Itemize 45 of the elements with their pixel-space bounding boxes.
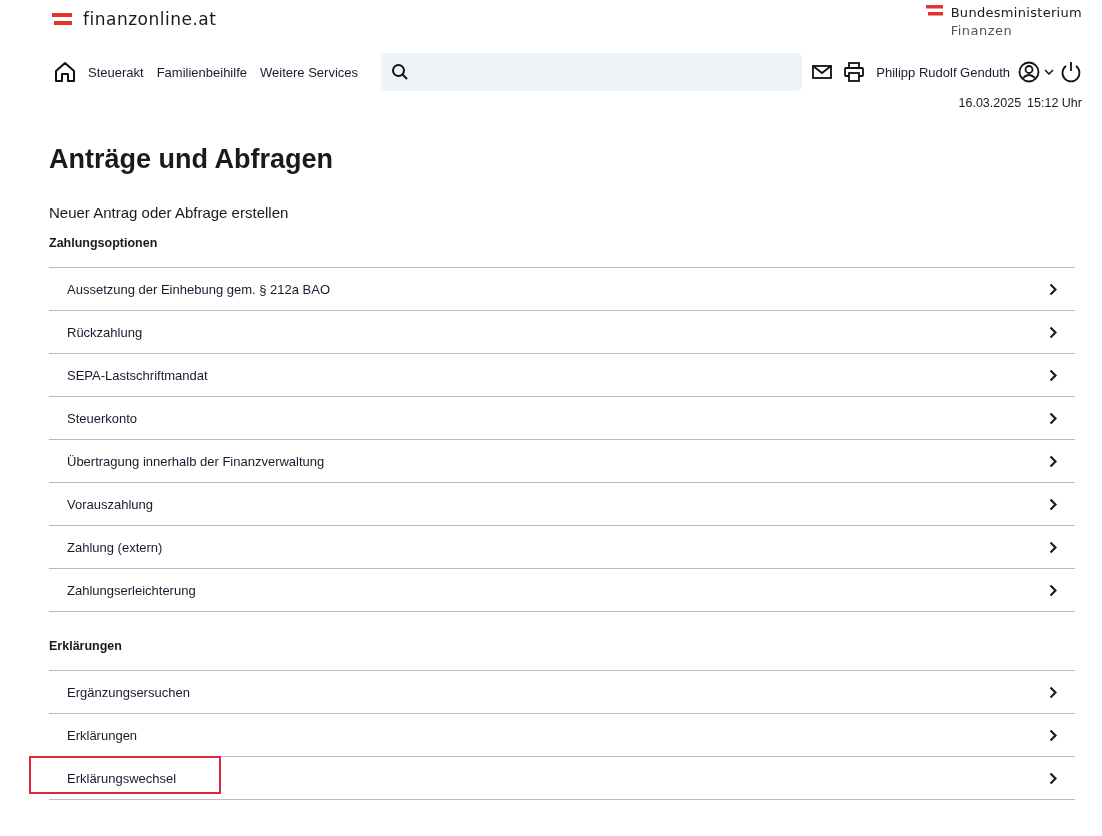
search-icon — [391, 63, 409, 81]
list-item[interactable]: SEPA-Lastschriftmandat — [49, 353, 1075, 396]
list-item[interactable]: Steuerkonto — [49, 396, 1075, 439]
list-item[interactable]: Erklärungswechsel — [49, 756, 1075, 799]
chevron-right-icon — [1049, 771, 1057, 785]
chevron-right-icon — [1049, 497, 1057, 511]
home-icon[interactable] — [54, 61, 76, 83]
power-icon[interactable] — [1060, 61, 1082, 83]
nav-link[interactable]: Weitere Services — [260, 64, 358, 80]
mail-icon[interactable] — [812, 65, 833, 79]
page-title: Anträge und Abfragen — [49, 144, 333, 175]
search-field[interactable] — [381, 53, 803, 91]
flag-logo-icon — [52, 13, 72, 25]
time-text: 15:12 Uhr — [1027, 96, 1082, 110]
list-item[interactable]: Aussetzung der Einhebung gem. § 212a BAO — [49, 267, 1075, 310]
list-item[interactable]: Zahlungserleichterung — [49, 568, 1075, 611]
flag-logo-icon — [925, 5, 943, 16]
chevron-right-icon — [1049, 685, 1057, 699]
nav-link[interactable]: Steuerakt — [88, 64, 144, 80]
list-item[interactable]: Zahlung (extern) — [49, 525, 1075, 568]
caret-icon[interactable] — [1044, 69, 1054, 75]
list-item[interactable]: Erklärungen — [49, 713, 1075, 756]
chevron-right-icon — [1049, 728, 1057, 742]
date-text: 16.03.2025 — [958, 96, 1022, 110]
section-heading: Erklärungen — [49, 639, 122, 653]
list-item[interactable]: Ergänzungsersuchen — [49, 670, 1075, 713]
section-heading: Zahlungsoptionen — [49, 236, 158, 250]
ministry-subtitle: Finanzen — [950, 22, 1014, 40]
printer-icon[interactable] — [844, 62, 865, 82]
user-name[interactable]: Philipp Rudolf Genduth — [876, 64, 1010, 80]
list-item[interactable]: Vorauszahlung — [49, 482, 1075, 525]
chevron-right-icon — [1049, 282, 1057, 296]
ministry-name: Bundesministerium — [950, 4, 1082, 22]
chevron-right-icon — [1049, 583, 1057, 597]
list-item[interactable]: Rückzahlung — [49, 310, 1075, 353]
chevron-right-icon — [1049, 454, 1057, 468]
list-item[interactable]: Übertragung innerhalb der Finanzverwaltung — [49, 439, 1075, 482]
chevron-right-icon — [1049, 411, 1057, 425]
user-icon[interactable] — [1018, 61, 1040, 83]
chevron-right-icon — [1049, 368, 1057, 382]
chevron-right-icon — [1049, 540, 1057, 554]
nav-link[interactable]: Familienbeihilfe — [156, 64, 247, 80]
site-name[interactable]: finanzonline.at — [83, 9, 217, 29]
chevron-right-icon — [1049, 325, 1057, 339]
page-subtitle: Neuer Antrag oder Abfrage erstellen — [49, 204, 289, 221]
